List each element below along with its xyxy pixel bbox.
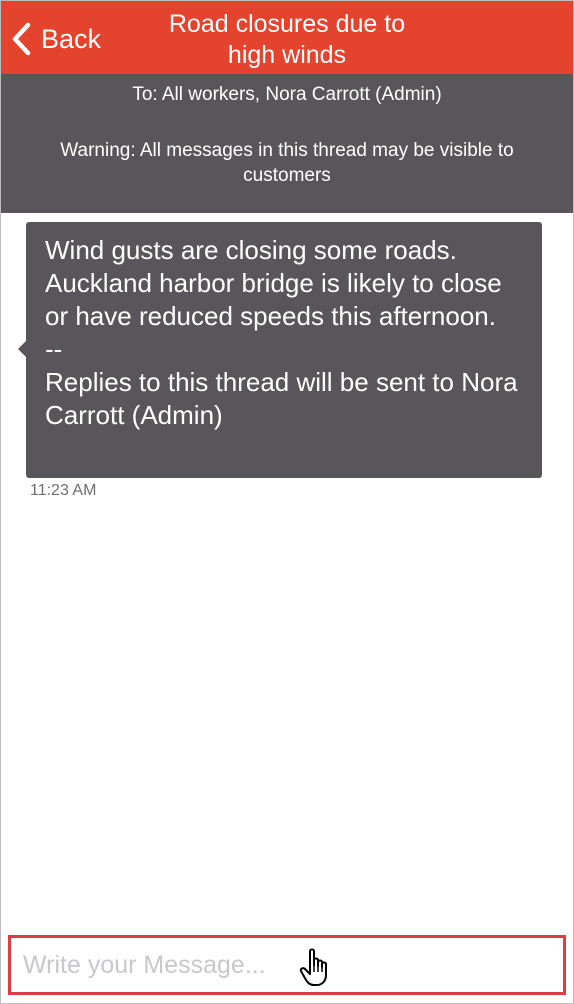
back-label: Back bbox=[41, 23, 102, 54]
chevron-left-icon bbox=[12, 22, 31, 56]
navigation-bar: Back Road closures due to high winds bbox=[1, 1, 573, 74]
message-bubble: Wind gusts are closing some roads. Auckl… bbox=[18, 222, 542, 478]
message-input[interactable] bbox=[11, 938, 563, 992]
message-timestamp: 11:23 AM bbox=[30, 482, 97, 499]
thread-info-bar: To: All workers, Nora Carrott (Admin) Wa… bbox=[1, 74, 573, 213]
message-composer bbox=[8, 935, 566, 995]
bubble-tail bbox=[18, 341, 26, 357]
visibility-warning: Warning: All messages in this thread may… bbox=[60, 140, 514, 186]
page-title: Road closures due to high winds bbox=[168, 10, 406, 69]
back-button[interactable]: Back bbox=[9, 19, 101, 59]
recipients-text: To: All workers, Nora Carrott (Admin) bbox=[132, 84, 442, 105]
app-screen: Back Road closures due to high winds To:… bbox=[0, 0, 574, 1004]
message-text: Wind gusts are closing some roads. Auckl… bbox=[45, 235, 518, 430]
